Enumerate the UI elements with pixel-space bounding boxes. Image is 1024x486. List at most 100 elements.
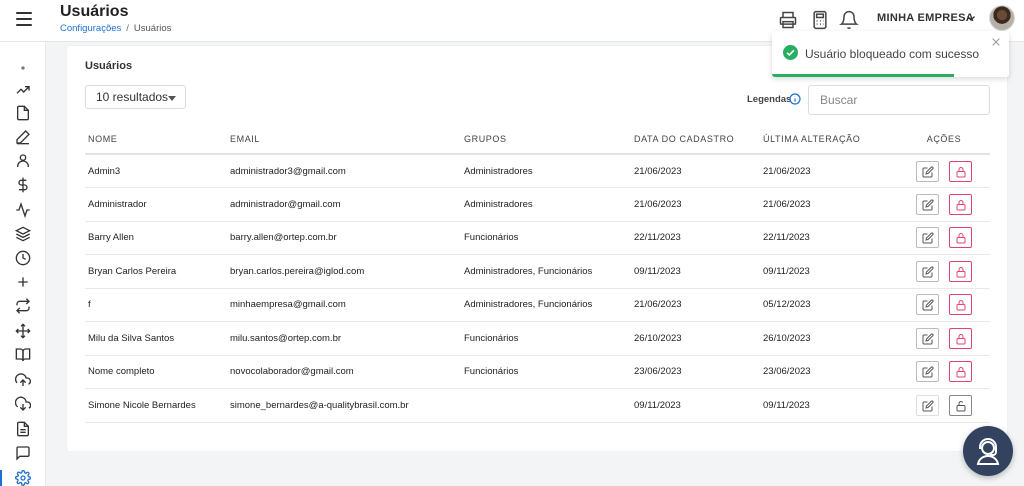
column-header-updated[interactable]: ÚLTIMA ALTERAÇÃO xyxy=(760,124,898,155)
cell-name: Administrador xyxy=(85,187,227,222)
menu-icon[interactable] xyxy=(16,12,32,26)
edit-button[interactable] xyxy=(916,160,939,182)
toast-progress-bar xyxy=(772,74,955,77)
trending-up-icon[interactable] xyxy=(15,82,31,98)
edit-button[interactable] xyxy=(916,294,939,316)
cell-updated: 05/12/2023 xyxy=(760,288,898,322)
results-per-page-select[interactable]: 10 resultados xyxy=(85,85,186,109)
card-title: Usuários xyxy=(85,60,133,72)
edit-button[interactable] xyxy=(916,193,939,215)
move-icon[interactable] xyxy=(15,323,31,339)
block-button[interactable] xyxy=(949,193,972,215)
table-row: Nome completo novocolaborador@gmail.com Fu… xyxy=(85,355,990,389)
column-header-email[interactable]: EMAIL xyxy=(227,124,461,155)
edit-button[interactable] xyxy=(916,394,939,416)
block-button[interactable] xyxy=(949,327,972,349)
cell-groups: Funcionários xyxy=(461,221,631,255)
cell-created: 21/06/2023 xyxy=(631,288,760,322)
column-header-groups[interactable]: GRUPOS xyxy=(461,124,631,155)
table-header-row: NOME EMAIL GRUPOS DATA DO CADASTRO ÚLTIM… xyxy=(85,124,990,155)
cell-actions xyxy=(898,288,990,322)
table-body: Admin3 administrador3@gmail.com Administra… xyxy=(85,154,990,423)
block-button[interactable] xyxy=(949,260,972,282)
layers-icon[interactable] xyxy=(15,226,31,242)
breadcrumb-link-settings[interactable]: Configurações xyxy=(60,23,121,34)
settings-icon[interactable] xyxy=(15,470,31,486)
edit-button[interactable] xyxy=(916,227,939,249)
cell-updated: 21/06/2023 xyxy=(760,187,898,222)
block-button[interactable] xyxy=(949,227,972,249)
info-icon[interactable] xyxy=(789,93,801,105)
table-row: Simone Nicole Bernardes simone_bernardes@… xyxy=(85,388,990,423)
table-row: Bryan Carlos Pereira bryan.carlos.pereira… xyxy=(85,254,990,289)
table-row: f minhaempresa@gmail.com Administradores, … xyxy=(85,288,990,322)
cell-updated: 21/06/2023 xyxy=(760,154,898,188)
cell-created: 26/10/2023 xyxy=(631,321,760,356)
cell-actions xyxy=(898,187,990,222)
table-row: Administrador administrador@gmail.com Admi… xyxy=(85,187,990,222)
cell-email: administrador@gmail.com xyxy=(227,187,461,222)
search-input[interactable] xyxy=(808,85,990,115)
edit-button[interactable] xyxy=(916,327,939,349)
avatar[interactable] xyxy=(989,5,1015,31)
cell-updated: 09/11/2023 xyxy=(760,254,898,289)
support-agent-icon xyxy=(976,438,1000,465)
activity-icon[interactable] xyxy=(15,202,31,218)
sidebar-active-indicator xyxy=(0,470,2,486)
success-toast: Usuário bloqueado com sucesso xyxy=(772,31,1009,77)
check-circle-icon xyxy=(783,45,798,60)
page-title: Usuários xyxy=(60,3,129,20)
close-icon[interactable] xyxy=(991,37,1001,47)
block-button[interactable] xyxy=(949,160,972,182)
chevron-down-icon[interactable] xyxy=(965,12,977,24)
cell-email: milu.santos@ortep.com.br xyxy=(227,321,461,356)
cell-actions xyxy=(898,254,990,289)
dollar-icon[interactable] xyxy=(15,177,31,193)
breadcrumb-current: Usuários xyxy=(133,23,172,34)
table-row: Barry Allen barry.allen@ortep.com.br Funci… xyxy=(85,221,990,255)
column-header-actions: AÇÕES xyxy=(898,124,990,155)
cell-email: administrador3@gmail.com xyxy=(227,154,461,188)
plus-icon[interactable] xyxy=(15,274,31,290)
cell-email: bryan.carlos.pereira@iglod.com xyxy=(227,254,461,289)
cell-updated: 09/11/2023 xyxy=(760,388,898,423)
edit-button[interactable] xyxy=(916,361,939,383)
upload-cloud-icon[interactable] xyxy=(15,372,31,388)
dot-icon[interactable] xyxy=(15,60,31,76)
bell-icon[interactable] xyxy=(839,10,859,30)
cell-updated: 26/10/2023 xyxy=(760,321,898,356)
book-icon[interactable] xyxy=(15,347,31,363)
caret-down-icon xyxy=(168,96,176,101)
users-card: Usuários 10 resultados Legendas NOME EMA… xyxy=(67,46,1007,451)
cell-updated: 22/11/2023 xyxy=(760,221,898,255)
cell-actions xyxy=(898,355,990,389)
block-button[interactable] xyxy=(949,361,972,383)
cell-email: simone_bernardes@a-qualitybrasil.com.br xyxy=(227,388,461,423)
unblock-button[interactable] xyxy=(949,394,972,416)
cell-groups xyxy=(461,388,631,423)
edit-button[interactable] xyxy=(916,260,939,282)
cell-groups: Funcionários xyxy=(461,321,631,356)
file-icon[interactable] xyxy=(15,105,31,121)
download-cloud-icon[interactable] xyxy=(15,396,31,412)
cell-groups: Administradores, Funcionários xyxy=(461,288,631,322)
block-button[interactable] xyxy=(949,294,972,316)
cell-actions xyxy=(898,388,990,423)
company-selector[interactable]: MINHA EMPRESA xyxy=(877,12,974,24)
user-icon[interactable] xyxy=(15,153,31,169)
calculator-icon[interactable] xyxy=(810,10,830,30)
cell-groups: Funcionários xyxy=(461,355,631,389)
cell-groups: Administradores xyxy=(461,187,631,222)
document-icon[interactable] xyxy=(15,421,31,437)
column-header-created[interactable]: DATA DO CADASTRO xyxy=(631,124,760,155)
column-header-name[interactable]: NOME xyxy=(85,124,227,155)
legend-label[interactable]: Legendas xyxy=(747,94,791,105)
support-chat-button[interactable] xyxy=(963,426,1013,476)
cell-created: 22/11/2023 xyxy=(631,221,760,255)
printer-icon[interactable] xyxy=(778,10,798,30)
message-icon[interactable] xyxy=(15,445,31,461)
clock-icon[interactable] xyxy=(15,250,31,266)
cell-actions xyxy=(898,221,990,255)
pen-icon[interactable] xyxy=(15,129,31,145)
repeat-icon[interactable] xyxy=(15,298,31,314)
